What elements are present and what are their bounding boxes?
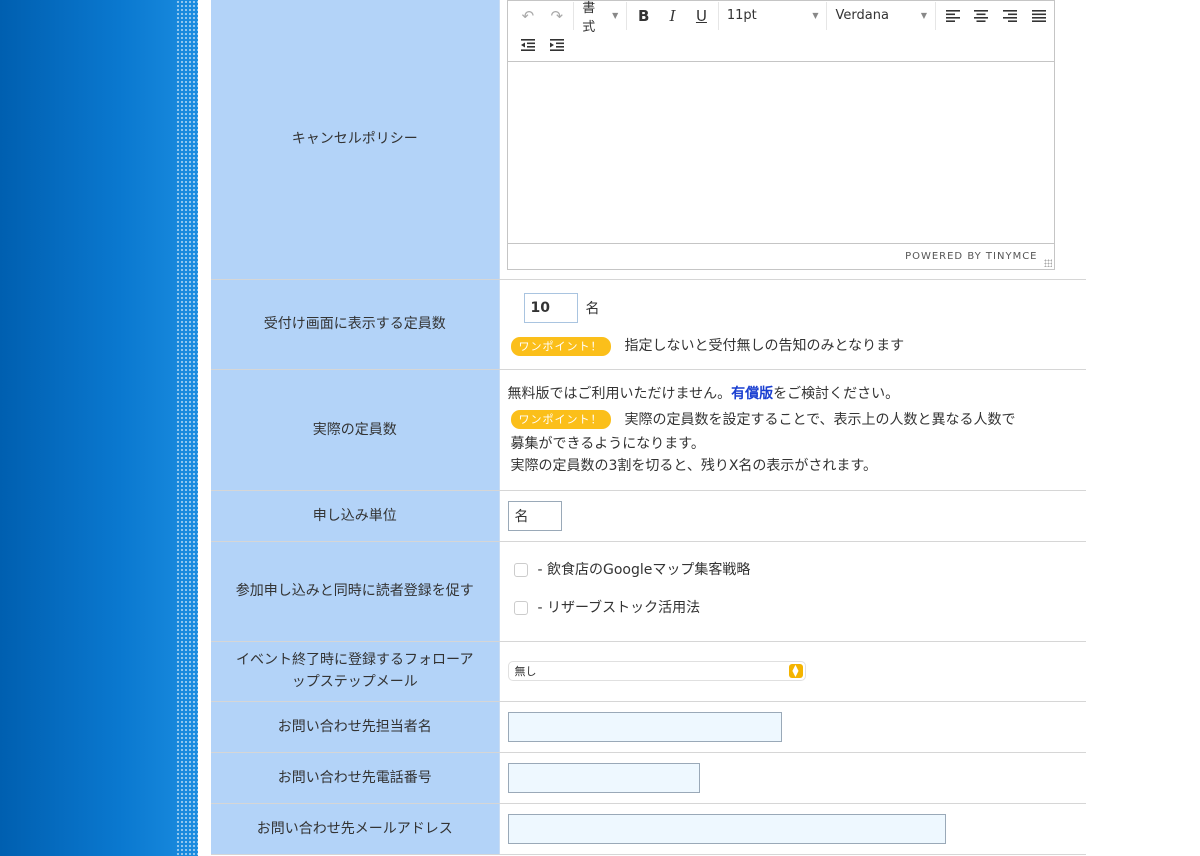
paid-only-text: 無料版ではご利用いただけません。	[507, 385, 732, 402]
toolbar-divider	[826, 1, 828, 30]
undo-icon[interactable]: ↶	[514, 2, 543, 30]
reader-option-1[interactable]: - 飲食店のGoogleマップ集客戦略	[513, 559, 1079, 581]
contact-person-label-text: お問い合わせ先担当者名	[277, 718, 432, 735]
contact-phone-cell	[499, 752, 1086, 804]
followup-mail-selected: 無し	[514, 665, 537, 678]
followup-mail-label-line-1: イベント終了時に登録するフォローア	[236, 652, 474, 668]
chevron-down-icon: ▼	[920, 11, 928, 20]
font-size-value: 11pt	[726, 8, 757, 23]
powered-by-text: POWERED BY TINYMCE	[905, 251, 1038, 262]
chevron-down-icon: ▼	[812, 11, 819, 20]
italic-icon[interactable]: I	[658, 2, 687, 30]
reader-registration-label-text: 参加申し込みと同時に読者登録を促す	[235, 583, 474, 599]
toolbar-divider	[935, 1, 937, 30]
paid-version-link[interactable]: 有償版	[731, 386, 773, 402]
actual-capacity-note-2: 募集ができるようになります。	[510, 435, 705, 452]
rich-text-editor: ↶ ↷ 書式 ▼ B I U 11pt ▼ Verdana ▼ POWERED …	[506, 0, 1055, 270]
display-capacity-label: 受付け画面に表示する定員数	[211, 279, 500, 370]
toolbar-divider	[717, 1, 719, 30]
chevron-down-icon: ▼	[612, 11, 619, 20]
contact-email-input[interactable]	[507, 813, 946, 844]
contact-phone-label-text: お問い合わせ先電話番号	[277, 769, 432, 786]
display-capacity-input[interactable]: 10	[523, 293, 578, 323]
align-center-icon[interactable]	[967, 2, 996, 30]
left-decoration-band	[0, 0, 198, 856]
editor-toolbar-row-1: ↶ ↷ 書式 ▼ B I U 11pt ▼ Verdana ▼	[508, 1, 1054, 35]
align-right-icon[interactable]	[996, 2, 1025, 30]
display-capacity-note: 指定しないと受付無しの告知のみとなります	[624, 338, 905, 354]
contact-email-cell	[499, 803, 1086, 855]
font-family-value: Verdana	[835, 8, 889, 23]
format-dropdown[interactable]: 書式 ▼	[576, 1, 624, 35]
select-arrows-icon: ▲ ▼	[788, 664, 803, 678]
unit-input[interactable]: 名	[507, 500, 562, 531]
actual-capacity-tip: ワンポイント！ 実際の定員数を設定することで、表示上の人数と異なる人数で	[510, 409, 1079, 431]
resize-handle-icon[interactable]	[1043, 259, 1052, 267]
indent-icon[interactable]	[543, 31, 572, 59]
cancel-policy-label-text: キャンセルポリシー	[291, 131, 418, 148]
reader-option-2[interactable]: - リザーブストック活用法	[513, 597, 1079, 619]
format-dropdown-label: 書式	[582, 0, 596, 35]
cancel-policy-label: キャンセルポリシー	[211, 0, 500, 280]
align-left-icon[interactable]	[938, 2, 967, 30]
reader-option-2-label: - リザーブストック活用法	[537, 600, 701, 616]
one-point-badge: ワンポイント！	[510, 410, 611, 429]
paid-only-notice: 無料版ではご利用いただけません。有償版をご検討ください。	[508, 383, 1079, 405]
reader-option-2-checkbox[interactable]	[513, 601, 528, 615]
followup-mail-select[interactable]: 無し ▲ ▼	[507, 661, 806, 681]
actual-capacity-label: 実際の定員数	[211, 369, 500, 491]
actual-capacity-cell: 無料版ではご利用いただけません。有償版をご検討ください。 ワンポイント！ 実際の…	[499, 369, 1086, 491]
unit-label-text: 申し込み単位	[312, 507, 397, 524]
align-justify-icon[interactable]	[1025, 2, 1054, 30]
event-settings-form: キャンセルポリシー ↶ ↷ 書式 ▼ B I U 11pt ▼ Verdana …	[211, 0, 1086, 855]
followup-mail-cell: 無し ▲ ▼	[499, 641, 1086, 702]
contact-person-label: お問い合わせ先担当者名	[211, 701, 500, 753]
one-point-badge: ワンポイント！	[510, 336, 611, 356]
reader-option-1-label: - 飲食店のGoogleマップ集客戦略	[537, 562, 751, 578]
cancel-policy-cell: ↶ ↷ 書式 ▼ B I U 11pt ▼ Verdana ▼ POWERED …	[499, 0, 1086, 280]
toolbar-divider	[573, 1, 575, 30]
reader-registration-label: 参加申し込みと同時に読者登録を促す	[211, 541, 500, 642]
editor-statusbar: POWERED BY TINYMCE	[508, 244, 1054, 269]
reader-option-1-checkbox[interactable]	[513, 563, 528, 577]
contact-email-label-text: お問い合わせ先メールアドレス	[256, 820, 453, 837]
contact-email-label: お問い合わせ先メールアドレス	[211, 803, 500, 855]
contact-person-cell	[499, 701, 1086, 753]
display-capacity-value: 10	[530, 300, 550, 316]
followup-mail-label-line-2: ップステップメール	[291, 674, 418, 690]
display-capacity-unit: 名	[585, 301, 600, 317]
bold-icon[interactable]: B	[629, 2, 658, 30]
unit-value: 名	[514, 508, 529, 525]
followup-mail-label: イベント終了時に登録するフォローア ップステップメール	[211, 641, 500, 702]
display-capacity-input-group: 10 名	[523, 293, 1079, 323]
display-capacity-tip: ワンポイント！ 指定しないと受付無しの告知のみとなります	[510, 335, 1079, 357]
actual-capacity-label-text: 実際の定員数	[312, 421, 397, 438]
display-capacity-label-text: 受付け画面に表示する定員数	[263, 316, 446, 332]
editor-content-area[interactable]	[507, 62, 1054, 244]
display-capacity-cell: 10 名 ワンポイント！ 指定しないと受付無しの告知のみとなります	[499, 279, 1086, 370]
outdent-icon[interactable]	[514, 31, 543, 59]
actual-capacity-note-3: 実際の定員数の3割を切ると、残りX名の表示がされます。	[510, 457, 878, 474]
contact-phone-input[interactable]	[507, 762, 700, 793]
font-size-dropdown[interactable]: 11pt ▼	[721, 2, 825, 30]
actual-capacity-note-1: 実際の定員数を設定することで、表示上の人数と異なる人数で	[624, 411, 1016, 428]
contact-phone-label: お問い合わせ先電話番号	[211, 752, 500, 804]
font-family-dropdown[interactable]: Verdana ▼	[829, 2, 933, 30]
reader-registration-cell: - 飲食店のGoogleマップ集客戦略 - リザーブストック活用法	[499, 541, 1086, 642]
unit-label: 申し込み単位	[211, 490, 500, 542]
toolbar-divider	[626, 1, 628, 30]
unit-cell: 名	[499, 490, 1086, 542]
paid-only-text-suffix: をご検討ください。	[773, 385, 900, 402]
editor-toolbar: ↶ ↷ 書式 ▼ B I U 11pt ▼ Verdana ▼	[507, 1, 1054, 62]
redo-icon[interactable]: ↷	[542, 2, 571, 30]
underline-icon[interactable]: U	[687, 2, 716, 30]
dotted-edge-pattern	[176, 0, 198, 856]
contact-person-input[interactable]	[507, 711, 782, 742]
